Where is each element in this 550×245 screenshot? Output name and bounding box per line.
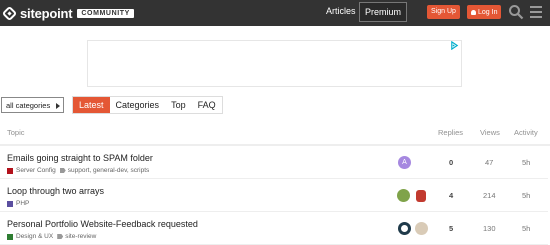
topic-meta: Server Config support, general-dev, scri…	[7, 167, 149, 174]
avatar[interactable]: A	[398, 156, 411, 169]
activity-time[interactable]: 5h	[522, 224, 530, 233]
tag-list[interactable]: site-review	[65, 233, 96, 240]
sitepoint-logo[interactable]: sitepoint COMMUNITY	[1, 5, 134, 21]
community-badge: COMMUNITY	[77, 8, 134, 18]
tag-list[interactable]: support, general-dev, scripts	[68, 167, 150, 174]
column-views[interactable]: Views	[480, 128, 500, 137]
log-in-button[interactable]: Log In	[467, 5, 502, 19]
caret-right-icon	[56, 103, 60, 109]
nav-articles-link[interactable]: Articles	[326, 6, 356, 16]
avatar[interactable]	[397, 189, 410, 202]
view-count: 47	[485, 158, 494, 167]
reply-count: 0	[449, 158, 454, 167]
table-row[interactable]: Personal Portfolio Website-Feedback requ…	[0, 213, 548, 245]
category-color-swatch	[7, 200, 13, 207]
log-in-label: Log In	[478, 8, 498, 16]
activity-time[interactable]: 5h	[522, 191, 530, 200]
reply-count: 4	[449, 191, 454, 200]
view-count: 130	[483, 224, 496, 233]
topic-tabs: Latest Categories Top FAQ	[72, 96, 223, 114]
column-replies[interactable]: Replies	[438, 128, 463, 137]
tab-latest[interactable]: Latest	[73, 97, 110, 113]
category-color-swatch	[7, 233, 13, 240]
tab-faq[interactable]: FAQ	[192, 97, 222, 113]
avatar[interactable]	[398, 222, 411, 235]
table-header: Topic Replies Views Activity	[0, 126, 550, 146]
hamburger-menu-icon[interactable]	[530, 6, 542, 18]
column-activity[interactable]: Activity	[514, 128, 538, 137]
avatar[interactable]	[416, 190, 426, 202]
tab-categories[interactable]: Categories	[110, 97, 166, 113]
category-color-swatch	[7, 167, 13, 174]
top-header: sitepoint COMMUNITY Articles Premium Sig…	[0, 0, 550, 26]
logo-text: sitepoint	[20, 5, 73, 21]
ad-banner[interactable]	[87, 40, 462, 87]
topic-title[interactable]: Emails going straight to SPAM folder	[7, 153, 153, 163]
table-row[interactable]: Emails going straight to SPAM folder Ser…	[0, 147, 548, 179]
tab-top[interactable]: Top	[165, 97, 192, 113]
reply-count: 5	[449, 224, 454, 233]
sitepoint-logo-icon	[1, 5, 18, 21]
activity-time[interactable]: 5h	[522, 158, 530, 167]
avatar[interactable]	[415, 222, 428, 235]
view-count: 214	[483, 191, 496, 200]
category-link[interactable]: Server Config	[16, 167, 56, 174]
search-icon[interactable]	[508, 4, 524, 20]
topic-title[interactable]: Loop through two arrays	[7, 186, 104, 196]
category-dropdown[interactable]: all categories	[1, 97, 64, 113]
topic-title[interactable]: Personal Portfolio Website-Feedback requ…	[7, 219, 198, 229]
tag-icon	[57, 234, 64, 239]
adchoices-icon[interactable]	[450, 41, 459, 50]
sign-up-button[interactable]: Sign Up	[427, 5, 460, 19]
user-icon	[471, 9, 476, 15]
column-topic[interactable]: Topic	[7, 128, 25, 137]
table-row[interactable]: Loop through two arrays PHP 4 214 5h	[0, 180, 548, 212]
category-dropdown-label: all categories	[6, 101, 51, 110]
nav-premium-link[interactable]: Premium	[359, 2, 408, 22]
topic-meta: PHP	[7, 200, 29, 207]
category-link[interactable]: Design & UX	[16, 233, 53, 240]
tag-icon	[59, 168, 66, 173]
category-link[interactable]: PHP	[16, 200, 29, 207]
topic-meta: Design & UX site-review	[7, 233, 96, 240]
